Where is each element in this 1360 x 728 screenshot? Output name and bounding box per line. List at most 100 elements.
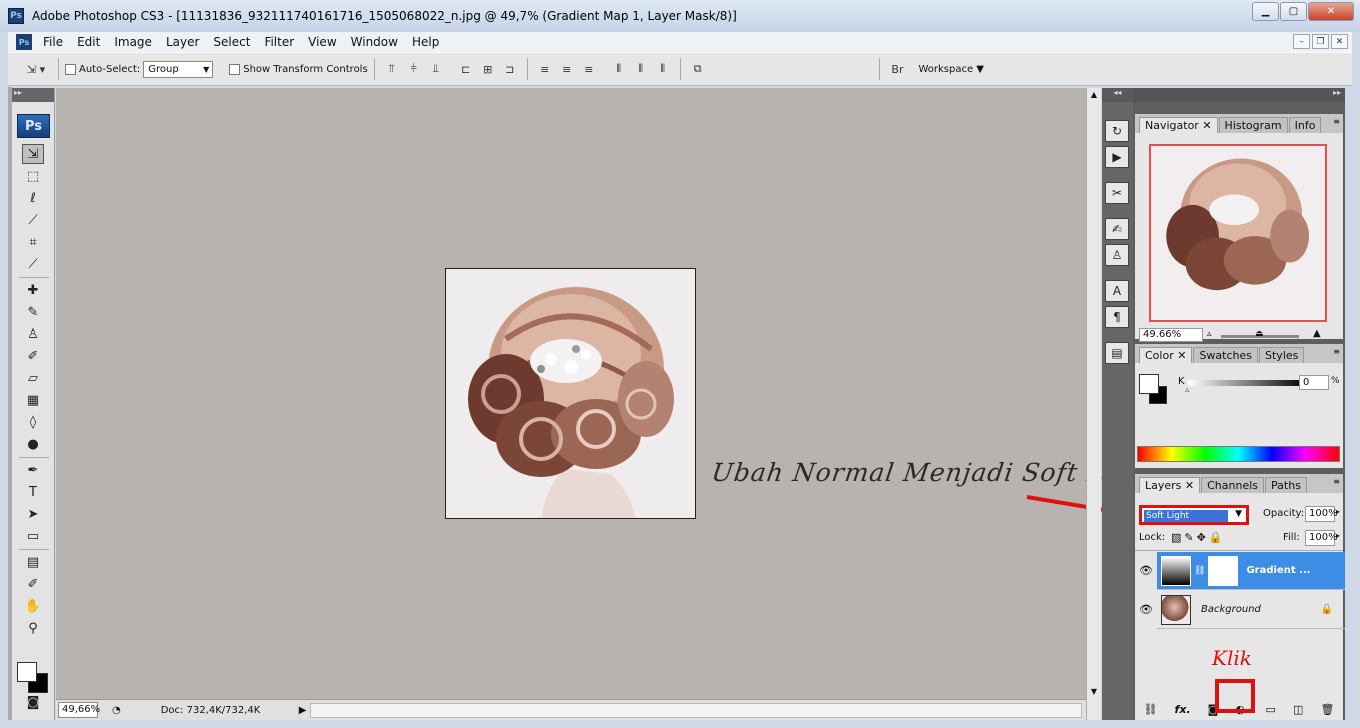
fx-icon[interactable]: fx. bbox=[1175, 703, 1191, 716]
marquee-tool-icon[interactable]: ⬚ bbox=[22, 166, 44, 186]
hand-tool-icon[interactable]: ✋ bbox=[22, 596, 44, 616]
eyedropper-tool-icon[interactable]: ✐ bbox=[22, 574, 44, 594]
quick-mask-icon[interactable]: ◙ bbox=[22, 692, 44, 712]
slice-tool-icon[interactable]: ⟋ bbox=[22, 254, 44, 274]
visibility-eye-icon[interactable]: 👁 bbox=[1139, 603, 1153, 616]
layer-row-background[interactable]: 👁 Background 🔒 bbox=[1139, 591, 1351, 629]
move-tool-icon[interactable]: ⇲ bbox=[22, 144, 44, 164]
brush-tool-icon[interactable]: ✎ bbox=[22, 302, 44, 322]
actions-panel-icon[interactable]: ▶ bbox=[1105, 146, 1129, 168]
distribute-right-icon[interactable]: ⦀ bbox=[654, 62, 672, 76]
navigator-zoom-field[interactable]: 49.66% bbox=[1139, 328, 1203, 342]
auto-select-checkbox[interactable] bbox=[65, 63, 76, 75]
menu-view[interactable]: View bbox=[301, 35, 343, 49]
opacity-field[interactable]: 100% bbox=[1305, 506, 1338, 522]
status-menu-arrow-icon[interactable]: ▶ bbox=[299, 705, 307, 716]
menu-select[interactable]: Select bbox=[206, 35, 257, 49]
blur-tool-icon[interactable]: ◊ bbox=[22, 412, 44, 432]
align-right-icon[interactable]: ⊐ bbox=[501, 62, 519, 76]
gradient-tool-icon[interactable]: ▦ bbox=[22, 390, 44, 410]
toolbox-collapse-icon[interactable]: ▸▸ bbox=[12, 88, 54, 102]
new-group-icon[interactable]: ▭ bbox=[1266, 703, 1276, 716]
zoom-slider-handle-icon[interactable]: ⏏ bbox=[1255, 329, 1264, 339]
close-button[interactable]: ✕ bbox=[1308, 2, 1354, 21]
fill-arrow-icon[interactable]: ▸ bbox=[1336, 531, 1340, 540]
distribute-hcenter-icon[interactable]: ⦀ bbox=[632, 62, 650, 76]
layer-link-icon[interactable]: ⛓ bbox=[1194, 566, 1205, 576]
shape-tool-icon[interactable]: ▭ bbox=[22, 526, 44, 546]
tab-channels[interactable]: Channels bbox=[1201, 477, 1265, 493]
brushes-panel-icon[interactable]: ✍ bbox=[1105, 218, 1129, 240]
menu-edit[interactable]: Edit bbox=[70, 35, 107, 49]
document-icon[interactable]: Ps bbox=[16, 34, 32, 50]
doc-close-button[interactable]: ✕ bbox=[1331, 34, 1348, 49]
new-layer-icon[interactable]: ◫ bbox=[1293, 703, 1303, 716]
history-brush-icon[interactable]: ✐ bbox=[22, 346, 44, 366]
move-tool-preset-icon[interactable]: ⇲ ▾ bbox=[22, 62, 50, 76]
tool-presets-panel-icon[interactable]: ✂ bbox=[1105, 182, 1129, 204]
distribute-vcenter-icon[interactable]: ≡ bbox=[558, 62, 576, 76]
k-slider-handle-icon[interactable]: ▵ bbox=[1185, 385, 1190, 395]
doc-restore-button[interactable]: ❐ bbox=[1312, 34, 1329, 49]
layer-row-gradient-map[interactable]: 👁 ⛓ Gradient ... bbox=[1139, 552, 1351, 590]
menu-file[interactable]: File bbox=[36, 35, 70, 49]
panel-menu-icon[interactable]: ≡ bbox=[1333, 347, 1340, 356]
navigator-thumbnail[interactable] bbox=[1149, 144, 1327, 322]
notes-tool-icon[interactable]: ▤ bbox=[22, 552, 44, 572]
workspace-button[interactable]: Workspace ▼ bbox=[918, 64, 984, 75]
auto-align-icon[interactable]: ⧉ bbox=[689, 62, 707, 76]
magic-wand-tool-icon[interactable]: ⟋ bbox=[22, 210, 44, 230]
doc-minimize-button[interactable]: – bbox=[1293, 34, 1310, 49]
align-hcenter-icon[interactable]: ⊞ bbox=[479, 62, 497, 76]
healing-brush-icon[interactable]: ✚ bbox=[22, 280, 44, 300]
bridge-icon[interactable]: Br bbox=[888, 62, 906, 76]
visibility-eye-icon[interactable]: 👁 bbox=[1139, 564, 1153, 577]
link-layers-icon[interactable]: ⛓ bbox=[1144, 703, 1158, 716]
tab-histogram[interactable]: Histogram bbox=[1218, 117, 1288, 133]
minimize-button[interactable]: ▁ bbox=[1252, 2, 1279, 21]
menu-filter[interactable]: Filter bbox=[257, 35, 301, 49]
color-spectrum[interactable] bbox=[1137, 446, 1340, 462]
distribute-left-icon[interactable]: ⦀ bbox=[610, 62, 628, 76]
distribute-top-icon[interactable]: ≡ bbox=[536, 62, 554, 76]
dodge-tool-icon[interactable]: ● bbox=[22, 434, 44, 454]
delete-layer-icon[interactable]: 🗑 bbox=[1320, 703, 1334, 716]
pen-tool-icon[interactable]: ✒ bbox=[22, 460, 44, 480]
character-panel-icon[interactable]: A bbox=[1105, 280, 1129, 302]
distribute-bottom-icon[interactable]: ≡ bbox=[580, 62, 598, 76]
align-left-icon[interactable]: ⊏ bbox=[457, 62, 475, 76]
align-bottom-icon[interactable]: ⫫ bbox=[427, 62, 445, 76]
maximize-button[interactable]: ▢ bbox=[1280, 2, 1307, 21]
horizontal-scrollbar[interactable] bbox=[310, 702, 1082, 718]
paragraph-panel-icon[interactable]: ¶ bbox=[1105, 306, 1129, 328]
panel-menu-icon[interactable]: ≡ bbox=[1333, 117, 1340, 126]
show-transform-checkbox[interactable] bbox=[229, 63, 241, 75]
tab-layers[interactable]: Layers ✕ bbox=[1139, 477, 1201, 493]
history-panel-icon[interactable]: ↻ bbox=[1105, 120, 1129, 142]
status-zoom-field[interactable]: 49,66% bbox=[58, 702, 100, 718]
zoom-tool-icon[interactable]: ⚲ bbox=[22, 618, 44, 638]
k-value-field[interactable]: 0 bbox=[1299, 375, 1329, 390]
menu-help[interactable]: Help bbox=[405, 35, 446, 49]
layer-comps-panel-icon[interactable]: ▤ bbox=[1105, 342, 1129, 364]
tab-paths[interactable]: Paths bbox=[1265, 477, 1307, 493]
tab-info[interactable]: Info bbox=[1288, 117, 1322, 133]
auto-select-dropdown[interactable]: Group ▼ bbox=[143, 60, 214, 78]
type-tool-icon[interactable]: T bbox=[22, 482, 44, 502]
k-slider[interactable] bbox=[1188, 380, 1306, 386]
menu-window[interactable]: Window bbox=[344, 35, 405, 49]
document-image[interactable] bbox=[445, 268, 696, 519]
lasso-tool-icon[interactable]: ℓ bbox=[22, 188, 44, 208]
clone-source-panel-icon[interactable]: ♙ bbox=[1105, 244, 1129, 266]
stamp-tool-icon[interactable]: ♙ bbox=[22, 324, 44, 344]
eraser-tool-icon[interactable]: ▱ bbox=[22, 368, 44, 388]
zoom-out-icon[interactable]: ▵ bbox=[1207, 329, 1212, 339]
layer-mask-thumbnail[interactable] bbox=[1208, 555, 1239, 586]
fill-field[interactable]: 100% bbox=[1305, 530, 1338, 546]
color-foreground-swatch[interactable] bbox=[1139, 374, 1159, 394]
tab-swatches[interactable]: Swatches bbox=[1193, 347, 1259, 363]
crop-tool-icon[interactable]: ⌗ bbox=[22, 232, 44, 252]
path-selection-icon[interactable]: ➤ bbox=[22, 504, 44, 524]
panel-menu-icon[interactable]: ≡ bbox=[1333, 477, 1340, 486]
opacity-arrow-icon[interactable]: ▸ bbox=[1336, 507, 1340, 516]
